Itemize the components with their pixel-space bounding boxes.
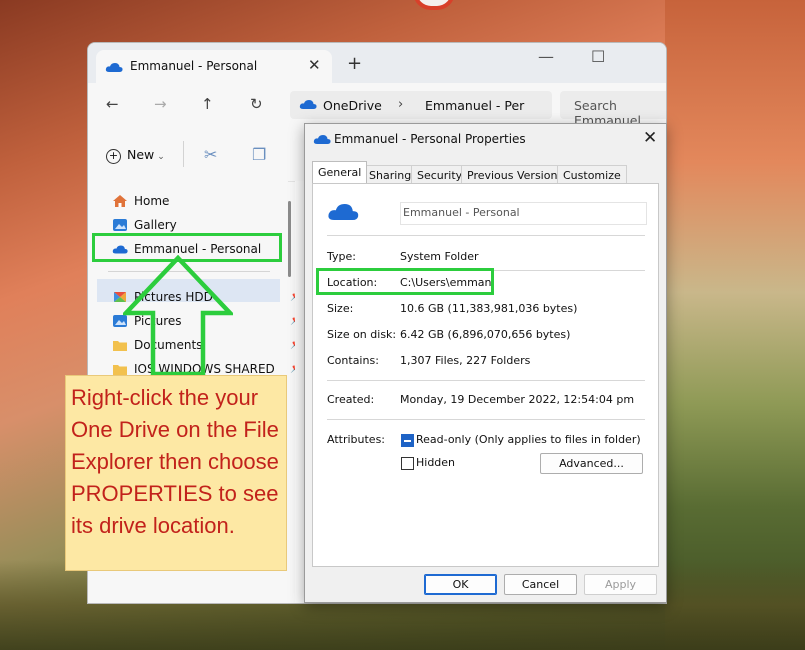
properties-dialog: Emmanuel - Personal Properties ✕ General… — [304, 123, 667, 603]
chevron-down-icon: ⌄ — [157, 152, 165, 162]
gallery-icon — [112, 218, 128, 232]
instruction-callout: Right-click the your One Drive on the Fi… — [65, 375, 287, 571]
forward-icon[interactable]: → — [154, 95, 167, 113]
type-label: Type: — [327, 250, 356, 263]
advanced-button[interactable]: Advanced... — [540, 453, 643, 474]
tab-general[interactable]: General — [312, 161, 368, 183]
nav-item-label: Gallery — [134, 218, 177, 232]
cancel-button[interactable]: Cancel — [504, 574, 577, 595]
divider — [183, 141, 184, 167]
ok-button[interactable]: OK — [424, 574, 497, 595]
divider — [327, 380, 645, 381]
contains-value: 1,307 Files, 227 Folders — [400, 354, 531, 367]
up-icon[interactable]: ↑ — [201, 95, 214, 113]
contains-label: Contains: — [327, 354, 379, 367]
hidden-checkbox[interactable] — [401, 457, 414, 470]
pointer-arrow — [123, 255, 233, 377]
plus-icon: + — [106, 149, 121, 164]
size-on-disk-label: Size on disk: — [327, 328, 397, 341]
callout-text: Right-click the your One Drive on the Fi… — [71, 385, 279, 538]
hidden-label: Hidden — [416, 456, 456, 469]
onedrive-cloud-icon — [313, 134, 331, 148]
created-label: Created: — [327, 393, 375, 406]
folder-name-value: Emmanuel - Personal — [403, 206, 520, 219]
close-icon[interactable]: ✕ — [643, 128, 657, 148]
general-panel: Emmanuel - Personal Type: System Folder … — [312, 183, 659, 567]
cut-icon[interactable]: ✂ — [204, 145, 217, 164]
readonly-checkbox[interactable] — [401, 434, 414, 447]
new-tab-icon[interactable]: + — [347, 53, 362, 74]
wallpaper-decoration — [413, 0, 455, 10]
refresh-icon[interactable]: ↻ — [250, 95, 263, 113]
apply-button[interactable]: Apply — [584, 574, 657, 595]
maximize-icon[interactable]: ☐ — [591, 47, 605, 66]
address-bar[interactable]: OneDrive › Emmanuel - Per — [290, 91, 552, 119]
tab-title: Emmanuel - Personal — [130, 59, 258, 73]
close-tab-icon[interactable]: ✕ — [308, 56, 321, 74]
tab-security[interactable]: Security — [411, 165, 469, 183]
created-value: Monday, 19 December 2022, 12:54:04 pm — [400, 393, 635, 406]
divider — [327, 235, 645, 236]
back-icon[interactable]: ← — [106, 95, 119, 113]
chevron-right-icon: › — [398, 97, 404, 112]
new-button[interactable]: + New ⌄ — [106, 147, 165, 164]
onedrive-cloud-icon — [299, 99, 317, 113]
onedrive-cloud-icon — [105, 62, 123, 76]
divider — [327, 419, 645, 420]
tab-previous-versions[interactable]: Previous Versions — [461, 165, 570, 183]
explorer-tab[interactable]: Emmanuel - Personal ✕ — [96, 50, 332, 83]
tab-customize[interactable]: Customize — [557, 165, 627, 183]
type-value: System Folder — [400, 250, 479, 263]
folder-name-field[interactable]: Emmanuel - Personal — [400, 202, 647, 225]
minimize-icon[interactable]: — — [538, 47, 554, 66]
search-input[interactable]: Search Emmanuel — [560, 91, 666, 128]
attributes-label: Attributes: — [327, 433, 386, 446]
dialog-title: Emmanuel - Personal Properties — [334, 132, 526, 146]
tab-sharing[interactable]: Sharing — [363, 165, 418, 183]
size-value: 10.6 GB (11,383,981,036 bytes) — [400, 302, 578, 315]
scrollbar[interactable] — [288, 201, 291, 277]
nav-item-label: Home — [134, 194, 170, 208]
new-label: New — [127, 147, 155, 162]
navigation-bar: ← → ↑ ↻ OneDrive › Emmanuel - Per Search… — [88, 83, 666, 128]
home-icon — [112, 194, 128, 208]
nav-item-home[interactable]: Home — [112, 191, 282, 213]
size-on-disk-value: 6.42 GB (6,896,070,656 bytes) — [400, 328, 571, 341]
copy-icon[interactable]: ❐ — [252, 145, 266, 164]
breadcrumb-onedrive[interactable]: OneDrive — [323, 98, 382, 113]
readonly-label: Read-only (Only applies to files in fold… — [416, 433, 641, 446]
onedrive-cloud-icon — [327, 202, 359, 225]
tab-bar: Emmanuel - Personal ✕ + — ☐ — [88, 43, 666, 83]
size-label: Size: — [327, 302, 354, 315]
breadcrumb-folder[interactable]: Emmanuel - Per — [425, 98, 524, 113]
desktop-wallpaper — [665, 0, 805, 650]
highlight-location — [316, 268, 494, 295]
